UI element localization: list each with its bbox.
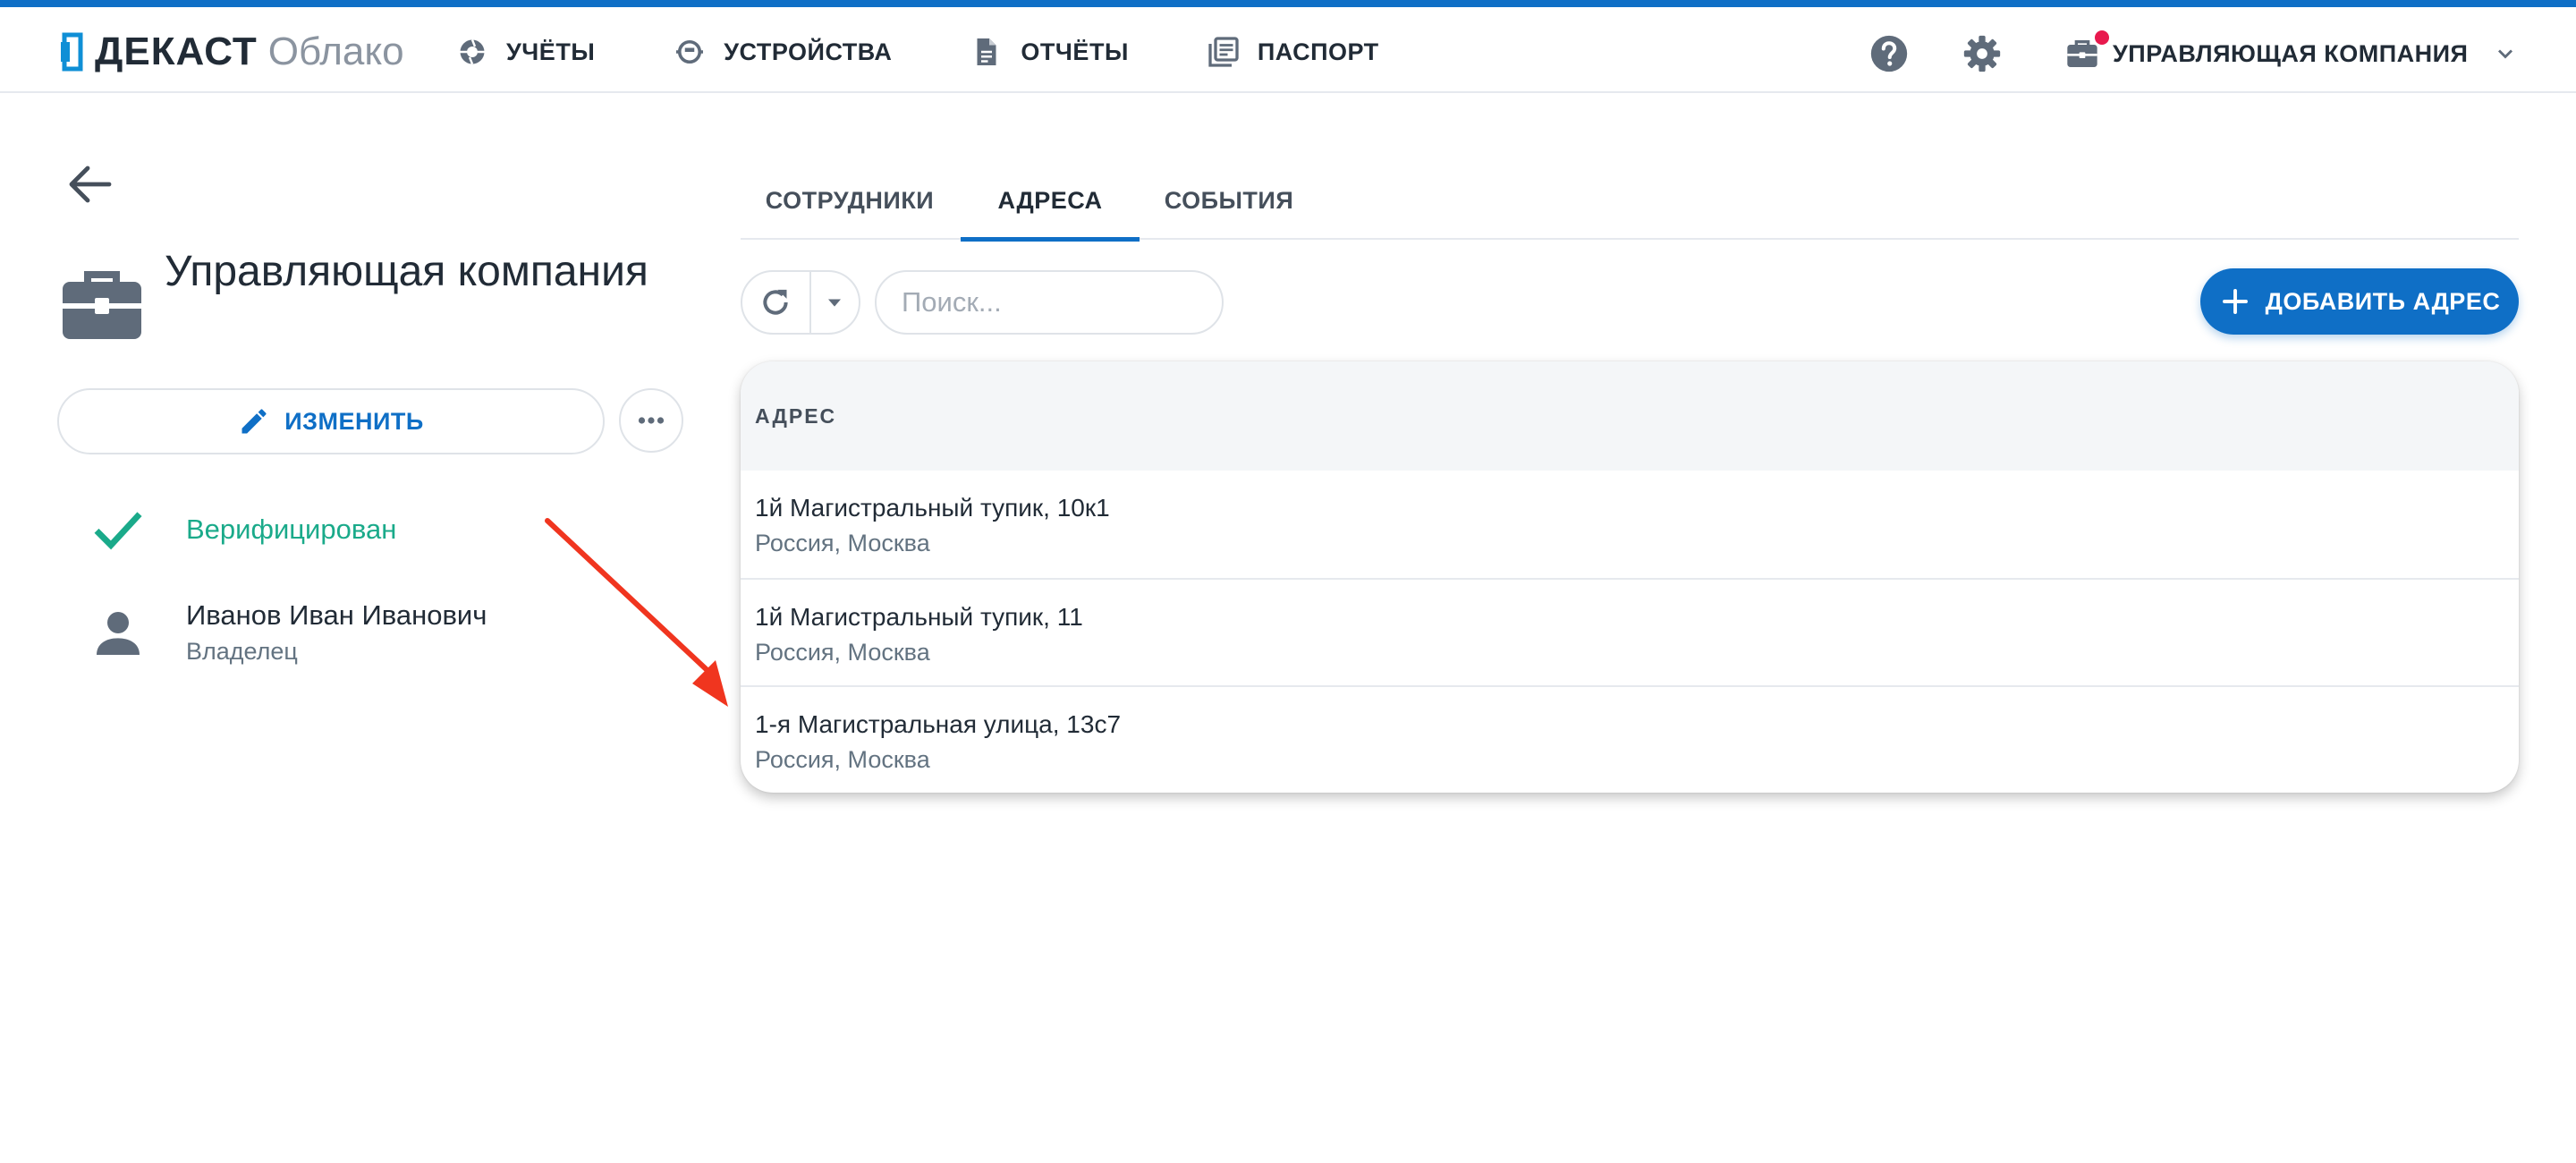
notification-dot xyxy=(2095,30,2109,45)
briefcase-icon xyxy=(63,271,141,339)
nav-item-devices[interactable]: УСТРОЙСТВА xyxy=(674,25,892,79)
logo-product-text: Облако xyxy=(267,30,404,73)
aperture-icon xyxy=(460,39,485,64)
organization-title: Управляющая компания xyxy=(165,248,648,295)
caret-down-icon xyxy=(828,299,842,307)
nav-item-label: ОТЧЁТЫ xyxy=(1021,38,1129,65)
owner-text-block: Иванов Иван Иванович Владелец xyxy=(186,598,487,667)
company-menu[interactable]: УПРАВЛЯЮЩАЯ КОМПАНИЯ xyxy=(2064,27,2518,81)
edit-button[interactable]: ИЗМЕНИТЬ xyxy=(57,388,605,454)
logo-brand-text: ДЕКАСТ xyxy=(95,30,258,73)
tab-staff[interactable]: СОТРУДНИКИ xyxy=(741,161,959,240)
briefcase-icon xyxy=(2067,40,2097,67)
help-icon[interactable] xyxy=(1869,34,1909,73)
address-city: Россия, Москва xyxy=(755,639,930,666)
table-row[interactable]: 1й Магистральный тупик, 11 Россия, Москв… xyxy=(741,578,2519,685)
back-arrow-icon[interactable] xyxy=(66,163,113,206)
meter-device-icon xyxy=(676,39,704,64)
verification-status: Верифицирован xyxy=(89,501,396,558)
table-body: 1й Магистральный тупик, 10к1 Россия, Мос… xyxy=(741,471,2519,793)
address-table: АДРЕС 1й Магистральный тупик, 10к1 Росси… xyxy=(741,361,2519,793)
nav-item-label: УСТРОЙСТВА xyxy=(724,38,893,65)
tab-events[interactable]: СОБЫТИЯ xyxy=(1140,161,1318,240)
add-address-button-label: ДОБАВИТЬ АДРЕС xyxy=(2265,287,2501,315)
section-tabs: СОТРУДНИКИ АДРЕСА СОБЫТИЯ xyxy=(741,161,2519,242)
table-row[interactable]: 1-я Магистральная улица, 13с7 Россия, Мо… xyxy=(741,685,2519,793)
nav-item-reports[interactable]: ОТЧЁТЫ xyxy=(970,25,1128,79)
company-icon-wrap xyxy=(2064,30,2109,72)
add-address-button[interactable]: ДОБАВИТЬ АДРЕС xyxy=(2200,268,2519,335)
edit-button-label: ИЗМЕНИТЬ xyxy=(284,407,424,435)
nav-item-accounts[interactable]: УЧЁТЫ xyxy=(456,25,595,79)
document-icon xyxy=(977,38,996,65)
checkmark-icon xyxy=(94,512,142,550)
refresh-button-group xyxy=(741,270,860,335)
refresh-icon xyxy=(763,289,789,315)
address-street: 1-я Магистральная улица, 13с7 xyxy=(755,710,1122,738)
top-accent-stripe xyxy=(0,0,2576,7)
address-city: Россия, Москва xyxy=(755,746,930,773)
nav-item-label: УЧЁТЫ xyxy=(506,38,596,65)
search-input[interactable] xyxy=(875,270,1224,335)
refresh-options-dropdown[interactable] xyxy=(811,272,859,333)
company-menu-label: УПРАВЛЯЮЩАЯ КОМПАНИЯ xyxy=(2113,39,2469,67)
gear-icon[interactable] xyxy=(1962,34,2002,73)
refresh-button[interactable] xyxy=(742,272,811,333)
logo[interactable]: ДЕКАСТ Облако xyxy=(59,27,404,77)
owner-role: Владелец xyxy=(186,638,298,665)
more-options-button[interactable] xyxy=(619,388,683,453)
nav-item-passport[interactable]: ПАСПОРТ xyxy=(1208,25,1379,79)
main-nav: УЧЁТЫ УСТРОЙСТВА ОТЧЁТЫ ПАСПОРТ xyxy=(456,25,1458,79)
logo-mark-icon xyxy=(61,32,83,72)
pencil-icon xyxy=(242,409,267,434)
owner-name: Иванов Иван Иванович xyxy=(186,599,487,631)
table-row[interactable]: 1й Магистральный тупик, 10к1 Россия, Мос… xyxy=(741,471,2519,578)
person-icon xyxy=(97,612,140,655)
chevron-down-icon xyxy=(2498,49,2513,59)
app-root: ДЕКАСТ Облако УЧЁТЫ УСТРОЙСТВА ОТЧЁТЫ ПА… xyxy=(0,0,2576,1163)
address-city: Россия, Москва xyxy=(755,530,930,556)
library-books-icon xyxy=(1208,37,1239,67)
address-street: 1й Магистральный тупик, 10к1 xyxy=(755,494,1110,522)
more-horizontal-icon xyxy=(638,417,665,424)
verification-status-text: Верифицирован xyxy=(186,514,397,545)
address-street: 1й Магистральный тупик, 11 xyxy=(755,603,1083,631)
plus-icon xyxy=(2222,289,2248,314)
owner-info: Иванов Иван Иванович Владелец xyxy=(89,598,487,667)
table-header-address: АДРЕС xyxy=(741,361,2519,471)
nav-item-label: ПАСПОРТ xyxy=(1257,38,1379,65)
top-bar: ДЕКАСТ Облако УЧЁТЫ УСТРОЙСТВА ОТЧЁТЫ ПА… xyxy=(0,7,2576,93)
tab-addresses[interactable]: АДРЕСА xyxy=(961,161,1140,242)
